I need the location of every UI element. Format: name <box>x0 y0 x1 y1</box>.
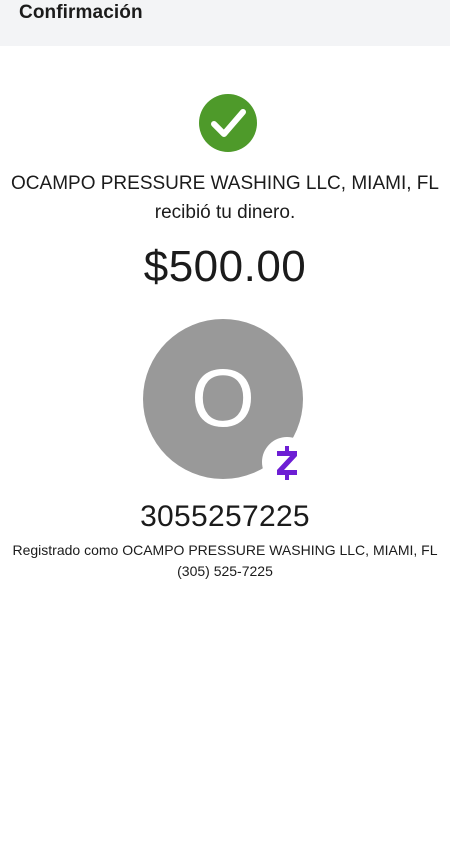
formatted-phone: (305) 525-7225 <box>177 563 273 579</box>
confirmation-message: recibió tu dinero. <box>154 202 296 223</box>
check-circle-icon <box>199 94 257 152</box>
page-title: Confirmación <box>19 2 143 23</box>
confirmation-screen: Confirmación OCAMPO PRESSURE WASHING LLC… <box>0 0 450 843</box>
payment-amount: $500.00 <box>143 242 307 291</box>
registered-as-text: Registrado como OCAMPO PRESSURE WASHING … <box>12 542 438 558</box>
recipient-name: OCAMPO PRESSURE WASHING LLC, MIAMI, FL <box>11 173 439 194</box>
recipient-phone: 3055257225 <box>140 500 310 533</box>
zelle-badge <box>262 437 312 487</box>
zelle-logo-icon <box>277 446 297 480</box>
header-bar: Confirmación <box>0 0 450 46</box>
avatar-initial: O <box>191 353 255 444</box>
